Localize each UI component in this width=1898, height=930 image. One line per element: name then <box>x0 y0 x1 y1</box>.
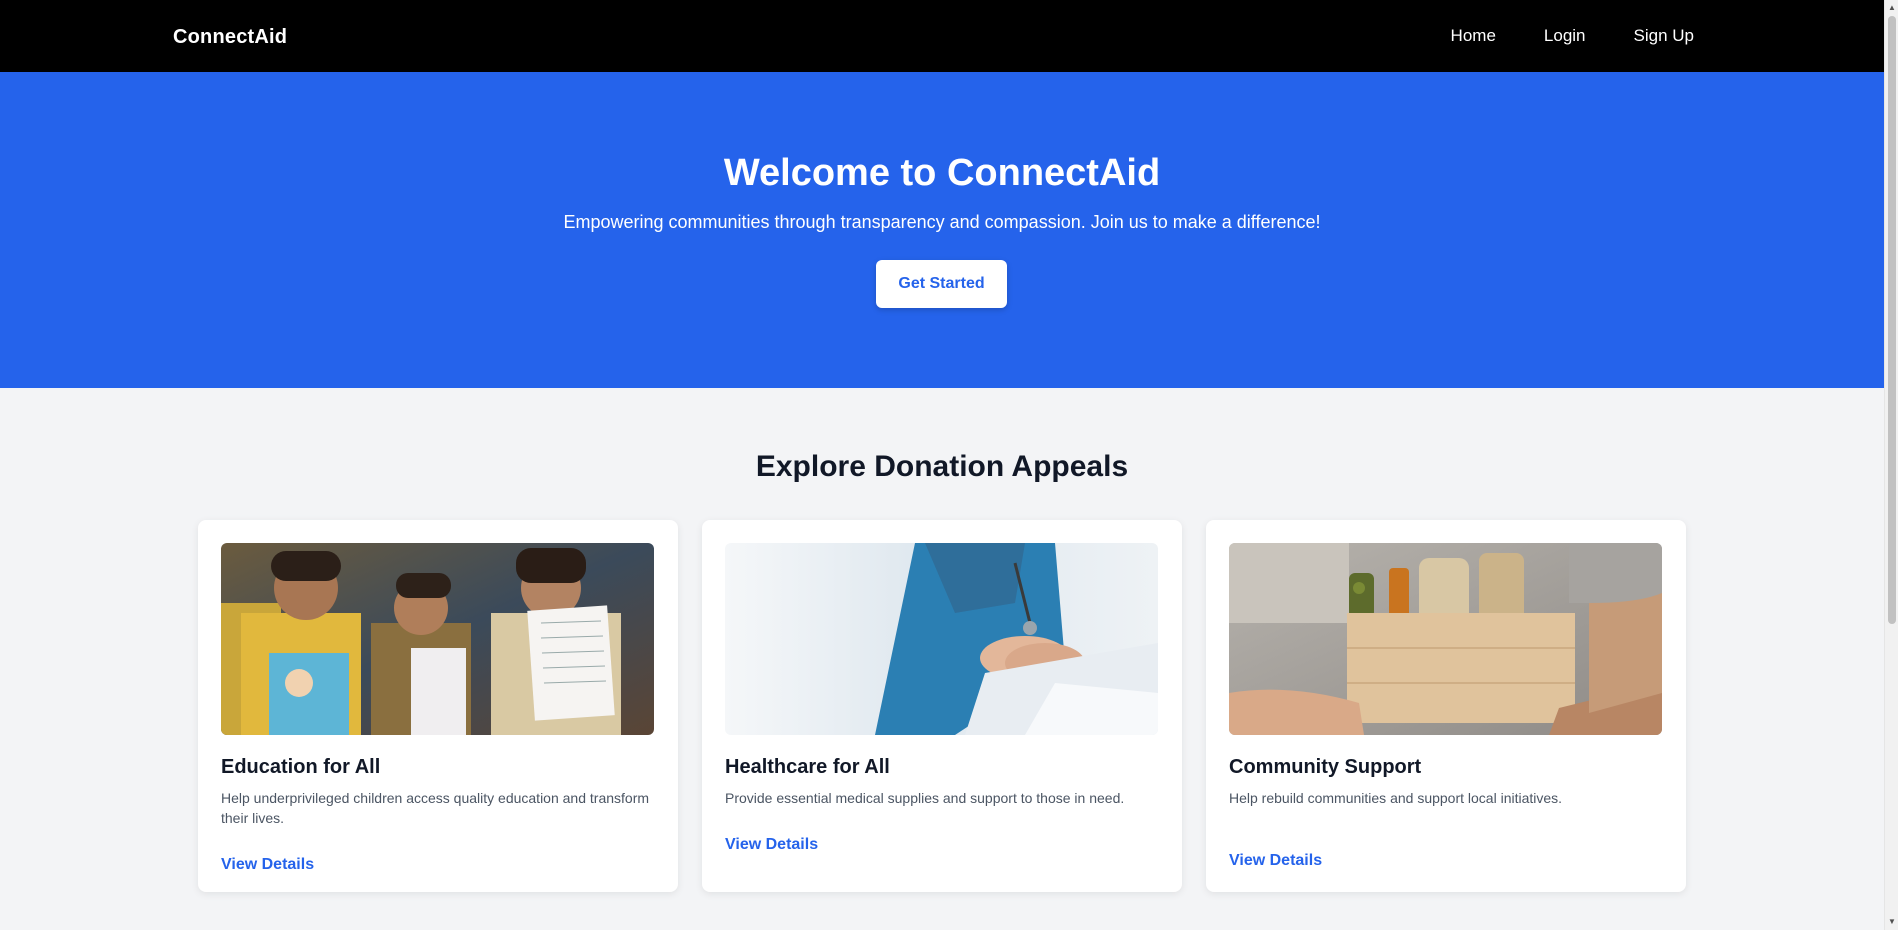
scroll-up-arrow-icon[interactable]: ▲ <box>1887 2 1897 14</box>
card-description: Help rebuild communities and support loc… <box>1229 790 1563 806</box>
appeal-card-healthcare: Healthcare for All Provide essential med… <box>702 520 1182 892</box>
view-details-link[interactable]: View Details <box>1229 852 1322 870</box>
brand-logo[interactable]: ConnectAid <box>173 26 287 49</box>
nav-link-home[interactable]: Home <box>1451 26 1496 46</box>
scroll-down-arrow-icon[interactable]: ▼ <box>1887 916 1897 928</box>
page-scrollbar[interactable]: ▲ ▼ <box>1884 0 1898 930</box>
appeal-card-education: Education for All Help underprivileged c… <box>198 520 678 892</box>
doctor-photo <box>725 543 1158 735</box>
get-started-button[interactable]: Get Started <box>876 260 1007 308</box>
hero-subtitle: Empowering communities through transpare… <box>563 212 1321 232</box>
nav-link-login[interactable]: Login <box>1544 26 1586 46</box>
food-box-photo <box>1229 543 1662 735</box>
healthcare-image <box>725 543 1158 735</box>
hero-title: Welcome to ConnectAid <box>723 152 1161 194</box>
hero-section: Welcome to ConnectAid Empowering communi… <box>0 72 1884 388</box>
card-title: Healthcare for All <box>725 756 890 778</box>
community-image <box>1229 543 1662 735</box>
view-details-link[interactable]: View Details <box>725 836 818 854</box>
appeal-card-community: Community Support Help rebuild communiti… <box>1206 520 1686 892</box>
card-title: Community Support <box>1229 756 1422 778</box>
nav-links: Home Login Sign Up <box>1451 26 1694 46</box>
navbar: ConnectAid Home Login Sign Up <box>0 0 1884 72</box>
appeals-section-title: Explore Donation Appeals <box>755 450 1129 483</box>
children-photo <box>221 543 654 735</box>
card-title: Education for All <box>221 756 381 778</box>
nav-link-signup[interactable]: Sign Up <box>1634 26 1694 46</box>
view-details-link[interactable]: View Details <box>221 856 314 874</box>
card-description: Help underprivileged children access qua… <box>221 790 650 826</box>
card-description: Provide essential medical supplies and s… <box>725 790 1125 806</box>
scrollbar-thumb[interactable] <box>1888 16 1896 624</box>
education-image <box>221 543 654 735</box>
